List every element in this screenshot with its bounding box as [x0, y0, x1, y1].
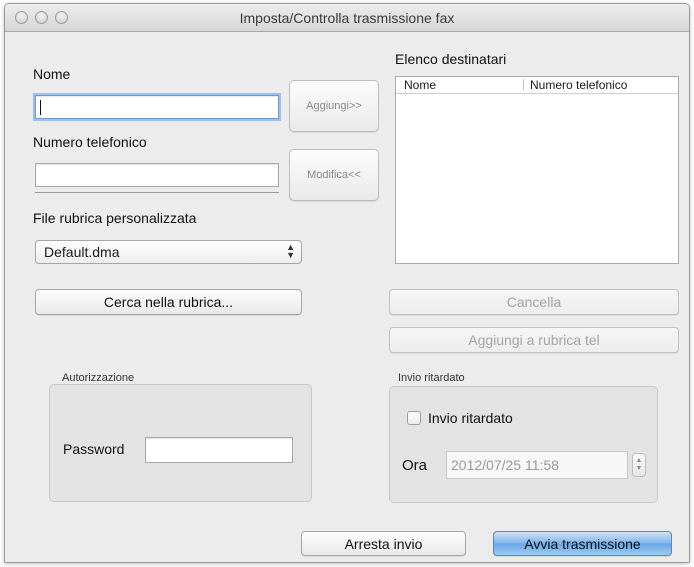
name-input[interactable] — [35, 95, 279, 119]
modify-recipient-button[interactable]: Modifica<< — [289, 149, 379, 201]
stop-send-button[interactable]: Arresta invio — [301, 531, 466, 556]
window-title: Imposta/Controlla trasmissione fax — [239, 10, 455, 26]
fax-transmission-window: Imposta/Controlla trasmissione fax Nome … — [4, 3, 690, 563]
column-header-name[interactable]: Nome — [404, 78, 436, 92]
recipient-list-header: Nome Numero telefonico — [396, 77, 678, 94]
delayed-send-group-label: Invio ritardato — [398, 372, 465, 384]
phonebook-file-selected: Default.dma — [44, 244, 120, 260]
authorization-group-label: Autorizzazione — [62, 372, 135, 384]
select-updown-icon: ▲ ▼ — [286, 242, 295, 260]
recipient-list-label: Elenco destinatari — [395, 51, 507, 67]
phonebook-file-select[interactable]: Default.dma ▲ ▼ — [35, 240, 302, 264]
delete-button[interactable]: Cancella — [389, 289, 679, 315]
column-divider — [523, 79, 524, 91]
add-recipient-button[interactable]: Aggiungi>> — [289, 80, 379, 132]
separator-line — [35, 192, 279, 193]
phonebook-file-label: File rubrica personalizzata — [33, 210, 197, 226]
time-label: Ora — [402, 457, 428, 474]
time-stepper[interactable]: ▲ ▼ — [632, 453, 646, 477]
chevron-up-icon[interactable]: ▲ — [636, 457, 643, 465]
recipient-list[interactable]: Nome Numero telefonico — [395, 76, 679, 264]
start-transmission-button[interactable]: Avvia trasmissione — [493, 531, 672, 556]
delayed-send-checkbox[interactable] — [407, 411, 421, 425]
delayed-send-checkbox-label[interactable]: Invio ritardato — [428, 410, 513, 426]
add-to-phonebook-button[interactable]: Aggiungi a rubrica tel — [389, 327, 679, 353]
title-bar: Imposta/Controlla trasmissione fax — [5, 4, 689, 32]
search-phonebook-button[interactable]: Cerca nella rubrica... — [35, 289, 302, 315]
password-label: Password — [63, 441, 125, 457]
phone-number-input[interactable] — [35, 163, 279, 187]
name-label: Nome — [33, 66, 71, 82]
column-header-phone[interactable]: Numero telefonico — [530, 78, 627, 92]
authorization-group: Password — [49, 384, 312, 502]
chevron-down-icon[interactable]: ▼ — [636, 465, 643, 473]
phone-number-label: Numero telefonico — [33, 134, 147, 150]
time-input[interactable]: 2012/07/25 11:58 — [446, 451, 628, 479]
delayed-send-group: Invio ritardato Ora 2012/07/25 11:58 ▲ ▼ — [389, 386, 658, 503]
time-input-value: 2012/07/25 11:58 — [451, 457, 559, 473]
password-input[interactable] — [145, 437, 293, 463]
text-caret — [40, 100, 41, 115]
